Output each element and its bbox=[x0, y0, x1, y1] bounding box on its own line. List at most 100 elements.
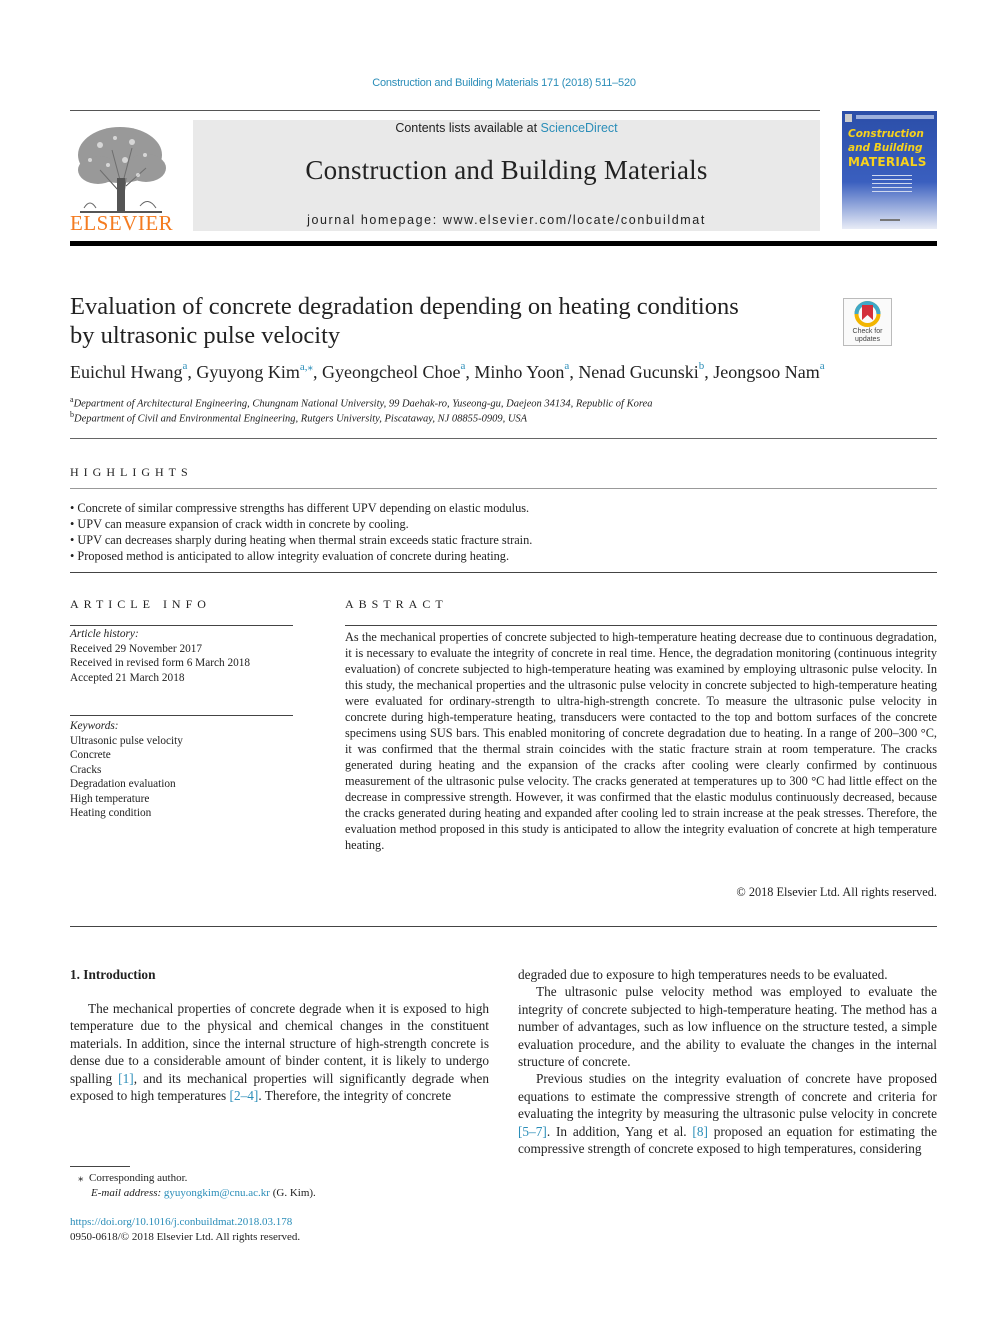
crossmark-label-line2: updates bbox=[855, 335, 880, 343]
corresponding-author-note: ⁎ Corresponding author. bbox=[78, 1171, 187, 1184]
highlights-heading: HIGHLIGHTS bbox=[70, 465, 193, 479]
footnote-text: Corresponding author. bbox=[89, 1172, 188, 1184]
keyword-item: Heating condition bbox=[70, 807, 152, 819]
citation-link[interactable]: [1] bbox=[118, 1071, 134, 1086]
check-for-updates-button[interactable]: Check for updates bbox=[843, 298, 892, 346]
history-item: Received in revised form 6 March 2018 bbox=[70, 657, 251, 669]
sciencedirect-link[interactable]: ScienceDirect bbox=[541, 121, 618, 135]
keyword-item: High temperature bbox=[70, 792, 150, 805]
highlight-item: • Proposed method is anticipated to allo… bbox=[70, 549, 510, 563]
doi-url[interactable]: https://doi.org/10.1016/j.conbuildmat.20… bbox=[70, 1216, 292, 1228]
footnote-text: (G. Kim). bbox=[269, 1187, 316, 1199]
header-rule bbox=[70, 110, 820, 111]
citation-link[interactable]: [5–7] bbox=[518, 1124, 547, 1139]
paragraph-text: Previous studies on the integrity evalua… bbox=[518, 1071, 937, 1122]
author-affiliation-mark[interactable]: a bbox=[182, 360, 187, 372]
cover-title: Construction and Building MATERIALS bbox=[848, 127, 927, 169]
abstract-copyright: © 2018 Elsevier Ltd. All rights reserved… bbox=[736, 885, 937, 899]
author-name[interactable]: Nenad Gucunski bbox=[578, 362, 698, 382]
highlights-list: • Concrete of similar compressive streng… bbox=[70, 500, 930, 564]
keyword-item: Concrete bbox=[70, 749, 111, 761]
history-item: Accepted 21 March 2018 bbox=[70, 671, 185, 684]
article-info-heading: ARTICLE INFO bbox=[70, 597, 211, 611]
citation-link[interactable]: [8] bbox=[692, 1124, 708, 1139]
asterisk-icon: ⁎ bbox=[78, 1172, 84, 1184]
article-title-line2: by ultrasonic pulse velocity bbox=[70, 322, 341, 349]
cover-publisher-mark bbox=[880, 219, 900, 221]
intro-paragraph: Previous studies on the integrity evalua… bbox=[518, 1070, 937, 1157]
intro-left-column: The mechanical properties of concrete de… bbox=[70, 1000, 489, 1104]
intro-paragraph: The mechanical properties of concrete de… bbox=[70, 1000, 489, 1104]
author-name[interactable]: Jeongsoo Nam bbox=[713, 362, 820, 382]
author-affiliation-mark[interactable]: a bbox=[460, 360, 465, 372]
history-item: Received 29 November 2017 bbox=[70, 642, 203, 655]
section-heading-introduction: 1. Introduction bbox=[70, 967, 156, 982]
cover-subtitle-lines bbox=[872, 175, 912, 195]
keyword-item: Degradation evaluation bbox=[70, 778, 176, 790]
highlight-item: • UPV can decreases sharply during heati… bbox=[70, 533, 533, 547]
abstract-heading: ABSTRACT bbox=[345, 597, 448, 611]
elsevier-logo[interactable]: ELSEVIER bbox=[70, 120, 173, 235]
footnote-rule bbox=[70, 1166, 130, 1167]
affiliation-a: aDepartment of Architectural Engineering… bbox=[70, 395, 652, 410]
paragraph-text: . In addition, Yang et al. bbox=[546, 1123, 693, 1139]
crossmark-label-line1: Check for bbox=[852, 328, 883, 335]
intro-paragraph: The ultrasonic pulse velocity method was… bbox=[518, 984, 937, 1070]
contents-prefix: Contents lists available at bbox=[395, 121, 541, 135]
author-separator: , bbox=[313, 362, 323, 382]
issn-copyright: 0950-0618/© 2018 Elsevier Ltd. All right… bbox=[70, 1231, 301, 1243]
intro-right-column: degraded due to exposure to high tempera… bbox=[518, 966, 937, 1157]
cover-title-line2: and Building bbox=[848, 142, 923, 154]
keyword-item: Ultrasonic pulse velocity bbox=[70, 734, 183, 747]
highlight-item: • Concrete of similar compressive streng… bbox=[70, 501, 530, 515]
crossmark-icon bbox=[854, 301, 881, 327]
doi-link[interactable]: https://doi.org/10.1016/j.conbuildmat.20… bbox=[70, 1216, 292, 1228]
cover-title-line1: Construction bbox=[848, 128, 924, 140]
highlight-item: • UPV can measure expansion of crack wid… bbox=[70, 517, 409, 531]
running-head[interactable]: Construction and Building Materials 171 … bbox=[0, 77, 992, 89]
author-affiliation-mark[interactable]: a bbox=[820, 360, 825, 372]
affiliation-text: Department of Architectural Engineering,… bbox=[73, 398, 653, 410]
keywords: Keywords: Ultrasonic pulse velocity Conc… bbox=[70, 719, 293, 821]
divider bbox=[70, 715, 293, 716]
affiliation-text: Department of Civil and Environmental En… bbox=[74, 413, 528, 425]
journal-homepage[interactable]: journal homepage: www.elsevier.com/locat… bbox=[193, 213, 820, 227]
author-name[interactable]: Euichul Hwang bbox=[70, 362, 182, 382]
email-label: E-mail address: bbox=[91, 1187, 164, 1199]
author-affiliation-mark[interactable]: b bbox=[699, 360, 705, 372]
article-title: Evaluation of concrete degradation depen… bbox=[70, 292, 830, 350]
journal-title: Construction and Building Materials bbox=[305, 155, 708, 185]
author-affiliation-mark[interactable]: a bbox=[564, 360, 569, 372]
divider bbox=[70, 926, 937, 927]
crossmark-label: Check for updates bbox=[844, 328, 891, 343]
divider bbox=[70, 488, 937, 489]
journal-cover[interactable]: Construction and Building MATERIALS bbox=[842, 111, 937, 229]
author-name[interactable]: Gyuyong Kim bbox=[196, 362, 300, 382]
contents-line: Contents lists available at ScienceDirec… bbox=[193, 121, 820, 135]
cover-title-line3: MATERIALS bbox=[848, 155, 927, 169]
divider bbox=[70, 572, 937, 573]
citation-link[interactable]: [2–4] bbox=[230, 1088, 259, 1103]
author-name[interactable]: Gyeongcheol Choe bbox=[322, 362, 460, 382]
article-history: Article history: Received 29 November 20… bbox=[70, 627, 293, 685]
email-note: E-mail address: gyuyongkim@cnu.ac.kr (G.… bbox=[91, 1187, 316, 1199]
author-list: Euichul Hwanga, Gyuyong Kima,⁎, Gyeongch… bbox=[70, 360, 950, 383]
email-link[interactable]: gyuyongkim@cnu.ac.kr bbox=[164, 1187, 270, 1199]
author-affiliation-mark[interactable]: a,⁎ bbox=[300, 361, 313, 373]
cover-logo-icon bbox=[845, 114, 852, 122]
elsevier-wordmark: ELSEVIER bbox=[70, 211, 174, 235]
cover-bar bbox=[856, 115, 934, 119]
paragraph-text: . Therefore, the integrity of concrete bbox=[258, 1088, 452, 1104]
abstract-text: As the mechanical properties of concrete… bbox=[345, 630, 937, 852]
divider bbox=[345, 625, 937, 626]
author-separator: , bbox=[569, 362, 579, 382]
divider bbox=[70, 438, 937, 439]
affiliation-b: bDepartment of Civil and Environmental E… bbox=[70, 410, 527, 425]
article-title-line1: Evaluation of concrete degradation depen… bbox=[70, 293, 739, 320]
divider bbox=[70, 625, 293, 626]
masthead-rule bbox=[70, 241, 937, 246]
history-label: Article history: bbox=[70, 628, 139, 640]
keywords-label: Keywords: bbox=[70, 720, 119, 732]
author-name[interactable]: Minho Yoon bbox=[474, 362, 564, 382]
author-separator: , bbox=[704, 362, 714, 382]
